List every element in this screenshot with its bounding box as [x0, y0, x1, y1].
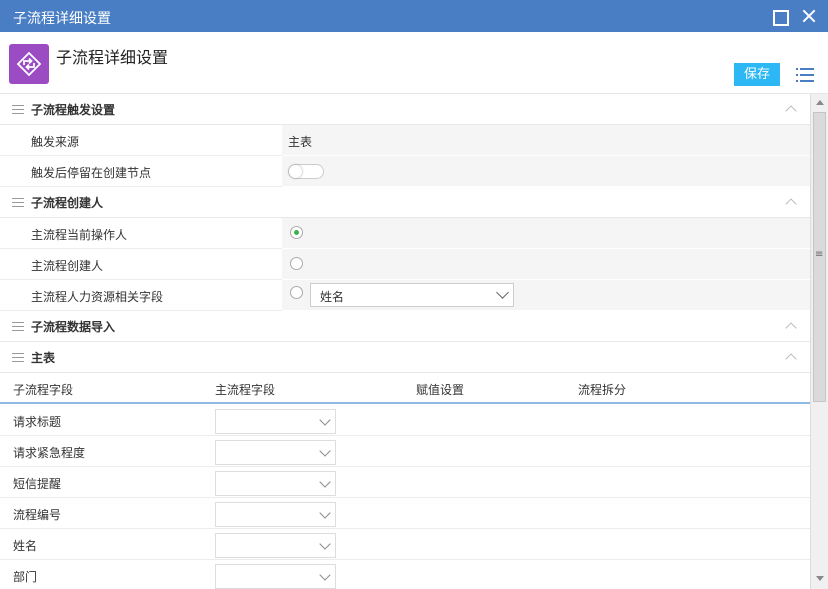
chevron-up-icon[interactable] [785, 104, 797, 116]
maximize-icon[interactable] [770, 7, 789, 26]
chevron-down-icon [496, 286, 509, 299]
field-label: 主流程当前操作人 [31, 228, 128, 242]
window-titlebar: 子流程详细设置 [0, 0, 828, 32]
chevron-up-icon[interactable] [785, 197, 797, 209]
drag-handle-icon[interactable] [12, 353, 24, 362]
main-field-select[interactable] [215, 533, 336, 558]
page-title: 子流程详细设置 [56, 48, 169, 67]
chevron-down-icon [319, 414, 331, 426]
table-row: 短信提醒 [0, 467, 810, 498]
field-label: 主流程人力资源相关字段 [31, 290, 164, 304]
scroll-up-icon[interactable] [816, 100, 824, 105]
section-title: 主表 [31, 351, 56, 365]
chevron-down-icon [319, 569, 331, 581]
drag-handle-icon[interactable] [12, 322, 24, 331]
subflow-field-name: 姓名 [13, 539, 38, 553]
settings-content: 子流程触发设置 触发来源 主表 触发后停留在创建节点 子流程创建人 主流程当前操… [0, 94, 810, 589]
save-button[interactable]: 保存 [734, 63, 780, 86]
radio-main-creator[interactable] [290, 257, 303, 270]
section-title: 子流程触发设置 [31, 103, 116, 117]
chevron-up-icon[interactable] [785, 352, 797, 364]
main-field-select[interactable] [215, 471, 336, 496]
scrollbar-thumb[interactable] [813, 112, 826, 402]
column-header: 流程拆分 [578, 383, 627, 397]
main-field-select[interactable] [215, 409, 336, 434]
drag-handle-icon[interactable] [12, 198, 24, 207]
subflow-field-name: 请求标题 [13, 415, 62, 429]
column-header: 赋值设置 [416, 383, 465, 397]
main-field-select[interactable] [215, 440, 336, 465]
select-value: 姓名 [320, 290, 345, 304]
chevron-down-icon [319, 476, 331, 488]
field-label: 触发来源 [31, 135, 80, 149]
chevron-down-icon [319, 538, 331, 550]
chevron-up-icon[interactable] [785, 321, 797, 333]
form-row-stay-on-node: 触发后停留在创建节点 [0, 156, 810, 187]
form-row-creator-hr-field: 主流程人力资源相关字段 姓名 [0, 280, 810, 311]
hr-field-select[interactable]: 姓名 [310, 283, 514, 307]
field-mapping-table-header: 子流程字段 主流程字段 赋值设置 流程拆分 [0, 373, 810, 404]
field-label: 主流程创建人 [31, 259, 104, 273]
subflow-field-name: 短信提醒 [13, 477, 62, 491]
page-header: 子流程详细设置 保存 [0, 32, 828, 94]
form-row-creator-current-operator: 主流程当前操作人 [0, 218, 810, 249]
subflow-icon [9, 44, 49, 84]
table-row: 部门 [0, 560, 810, 589]
field-label: 触发后停留在创建节点 [31, 166, 152, 180]
section-main-table-header[interactable]: 主表 [0, 342, 810, 373]
drag-handle-icon[interactable] [12, 105, 24, 114]
subflow-field-name: 请求紧急程度 [13, 446, 86, 460]
chevron-down-icon [319, 445, 331, 457]
vertical-scrollbar[interactable] [810, 94, 828, 589]
close-icon[interactable] [800, 7, 818, 25]
radio-hr-field[interactable] [290, 286, 303, 299]
section-creator-header[interactable]: 子流程创建人 [0, 187, 810, 218]
list-menu-icon[interactable] [796, 67, 814, 83]
column-header: 子流程字段 [13, 383, 74, 397]
section-trigger-header[interactable]: 子流程触发设置 [0, 94, 810, 125]
column-header: 主流程字段 [215, 383, 276, 397]
form-row-creator-main-creator: 主流程创建人 [0, 249, 810, 280]
form-row-trigger-source: 触发来源 主表 [0, 125, 810, 156]
main-field-select[interactable] [215, 564, 336, 589]
table-row: 请求紧急程度 [0, 436, 810, 467]
section-title: 子流程创建人 [31, 196, 104, 210]
window-title: 子流程详细设置 [13, 11, 111, 27]
subflow-field-name: 部门 [13, 570, 38, 584]
radio-current-operator[interactable] [290, 226, 303, 239]
section-title: 子流程数据导入 [31, 320, 116, 334]
trigger-source-value: 主表 [288, 135, 313, 149]
chevron-down-icon [319, 507, 331, 519]
subflow-field-name: 流程编号 [13, 508, 62, 522]
main-field-select[interactable] [215, 502, 336, 527]
scroll-down-icon[interactable] [816, 576, 824, 581]
table-row: 姓名 [0, 529, 810, 560]
table-row: 请求标题 [0, 405, 810, 436]
section-data-import-header[interactable]: 子流程数据导入 [0, 311, 810, 342]
table-row: 流程编号 [0, 498, 810, 529]
stay-on-node-toggle[interactable] [288, 164, 324, 179]
